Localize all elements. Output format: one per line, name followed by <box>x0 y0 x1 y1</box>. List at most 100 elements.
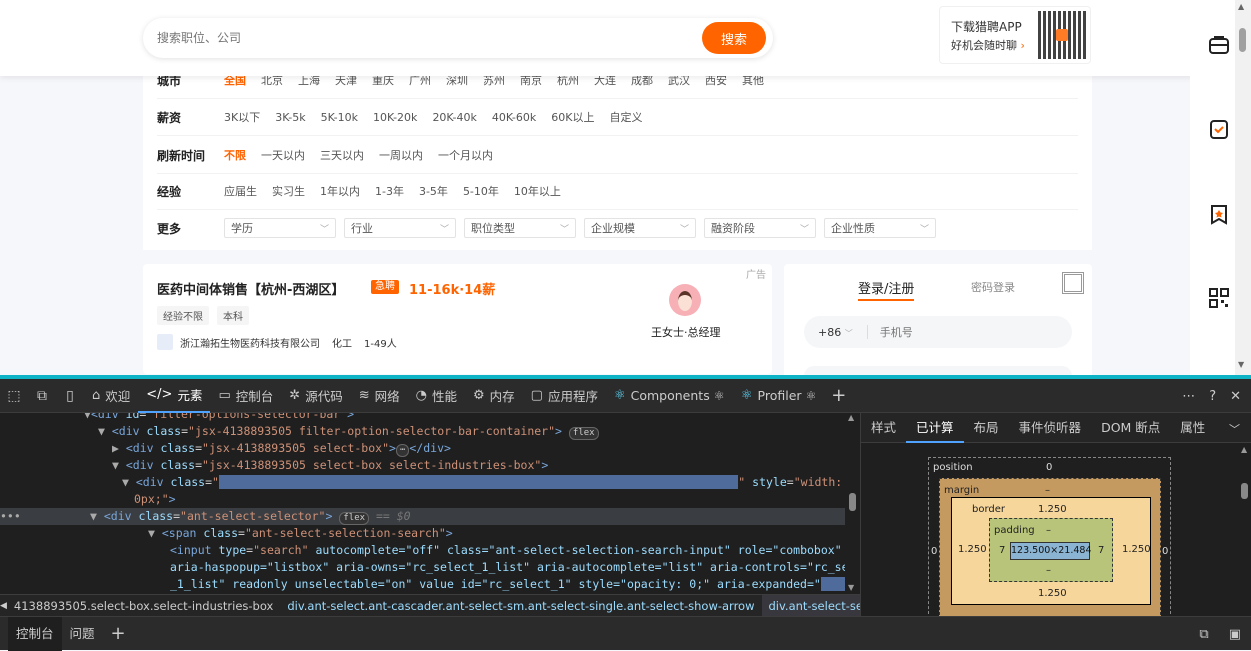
filter-option[interactable]: 自定义 <box>609 109 642 125</box>
funding-stage-dropdown[interactable]: 融资阶段 ﹀ <box>704 218 816 238</box>
scroll-down-icon[interactable]: ▼ <box>848 583 854 592</box>
chevron-down-icon[interactable]: ﹀ <box>1229 421 1240 437</box>
filter-option[interactable]: 应届生 <box>224 183 257 199</box>
elements-tree[interactable]: ▼<div id="filter-options-selector-bar"> … <box>0 413 845 596</box>
dom-node[interactable]: ▼ <div class="jsx-4138893505 select-box … <box>112 457 845 474</box>
search-box[interactable] <box>143 18 773 58</box>
breadcrumb-left-icon[interactable]: ◀ <box>0 601 7 611</box>
tab-styles[interactable]: 样式 <box>861 413 906 443</box>
phone-field[interactable]: +86 ﹀ <box>804 316 1072 348</box>
company-info[interactable]: 浙江瀚拓生物医药科技有限公司 化工 1-49人 <box>157 334 409 350</box>
dom-node[interactable]: ▼ <div class="jsx-4138893505 filter-opti… <box>98 423 845 440</box>
filter-option[interactable]: 一天以内 <box>261 147 305 163</box>
tab-profiler[interactable]: ⚛ Profiler ⚛ <box>733 379 825 413</box>
styles-scrollbar[interactable]: ▲ <box>1239 443 1251 616</box>
filter-option[interactable]: 10K-20k <box>373 111 417 124</box>
search-input[interactable] <box>157 28 677 48</box>
tab-password-login[interactable]: 密码登录 <box>971 279 1015 295</box>
filter-option[interactable]: 1年以内 <box>320 183 360 199</box>
dom-node[interactable]: ▶ <div class="jsx-4138893505 select-box"… <box>112 440 845 457</box>
filter-option[interactable]: 3-5年 <box>419 183 448 199</box>
close-drawer-icon[interactable]: ▣ <box>1229 627 1241 642</box>
scroll-thumb[interactable] <box>1239 28 1246 52</box>
tab-layout[interactable]: 布局 <box>964 413 1009 443</box>
dom-node[interactable]: ▼ <div class="xxxxxxxxxxxxxxxxxxxxxxxxxx… <box>122 474 845 491</box>
filter-option[interactable]: 三天以内 <box>320 147 364 163</box>
dom-node[interactable]: <input type="search" autocomplete="off" … <box>170 542 845 559</box>
dom-text: _1_list" readonly unselectable="on" valu… <box>170 576 845 593</box>
filter-option[interactable]: 5-10年 <box>463 183 499 199</box>
scroll-thumb[interactable] <box>1241 483 1248 499</box>
tab-network[interactable]: ≋ 网络 <box>351 379 408 413</box>
verification-field[interactable] <box>804 366 1072 375</box>
app-download-promo[interactable]: 下载猎聘APP 好机会随时聊 › <box>939 6 1091 64</box>
job-card[interactable]: 医药中间体销售【杭州-西湖区】 急聘 11-16k·14薪 广告 经验不限 本科… <box>143 264 772 374</box>
dom-node[interactable]: ▼<div id="filter-options-selector-bar"> <box>84 413 845 423</box>
job-tag: 本科 <box>217 306 249 325</box>
more-icon[interactable]: ⋯ <box>1182 389 1195 404</box>
scroll-up-icon[interactable]: ▲ <box>1238 2 1244 11</box>
inspect-icon[interactable]: ⬚ <box>0 388 28 404</box>
drawer-tab-console[interactable]: 控制台 <box>8 616 62 651</box>
breadcrumb-item[interactable]: div.ant-select.ant-cascader.ant-select-s… <box>280 595 761 616</box>
tab-application[interactable]: ▢ 应用程序 <box>523 379 606 413</box>
filter-option[interactable]: 10年以上 <box>514 183 561 199</box>
elements-scrollbar[interactable]: ▲ ▼ <box>847 413 859 596</box>
scroll-down-icon[interactable]: ▼ <box>1238 360 1244 369</box>
filter-option[interactable]: 3K-5k <box>275 111 305 124</box>
job-type-dropdown[interactable]: 职位类型 ﹀ <box>464 218 576 238</box>
filter-option[interactable]: 3K以下 <box>224 109 260 125</box>
tab-dom-breakpoints[interactable]: DOM 断点 <box>1091 413 1170 443</box>
add-tab-icon[interactable]: + <box>825 385 853 406</box>
filter-option[interactable]: 一周以内 <box>379 147 423 163</box>
dom-node-selected[interactable]: ••• ▼ <div class="ant-select-selector"> … <box>0 508 845 525</box>
breadcrumb-item[interactable]: div.ant-select-selector <box>761 595 860 616</box>
tab-properties[interactable]: 属性 <box>1170 413 1215 443</box>
filter-option[interactable]: 不限 <box>224 147 246 163</box>
tab-sources[interactable]: ✲ 源代码 <box>281 379 350 413</box>
filter-option[interactable]: 20K-40k <box>432 111 476 124</box>
drawer-tab-issues[interactable]: 问题 <box>62 617 103 651</box>
phone-input[interactable] <box>879 325 1060 339</box>
filter-option[interactable]: 40K-60k <box>492 111 536 124</box>
education-dropdown[interactable]: 学历 ﹀ <box>224 218 336 238</box>
country-code-select[interactable]: +86 ﹀ <box>818 326 853 339</box>
dom-node[interactable]: ▼ <span class="ant-select-selection-sear… <box>148 525 845 542</box>
filter-option[interactable]: 5K-10k <box>321 111 358 124</box>
breadcrumb-item[interactable]: 4138893505.select-box.select-industries-… <box>7 595 280 616</box>
resume-icon[interactable] <box>1208 118 1230 140</box>
filter-option[interactable]: 一个月以内 <box>438 147 493 163</box>
qr-code-icon[interactable] <box>1208 287 1230 309</box>
dock-icon[interactable]: ▯ <box>56 388 84 404</box>
tab-welcome[interactable]: ⌂ 欢迎 <box>84 379 138 413</box>
scroll-up-icon[interactable]: ▲ <box>848 413 854 422</box>
filter-option[interactable]: 实习生 <box>272 183 305 199</box>
filter-option[interactable]: 1-3年 <box>375 183 404 199</box>
company-name[interactable]: 浙江瀚拓生物医药科技有限公司 <box>180 335 320 350</box>
scroll-thumb[interactable] <box>849 493 856 511</box>
job-title[interactable]: 医药中间体销售【杭州-西湖区】 <box>157 279 344 298</box>
tab-performance[interactable]: ◔ 性能 <box>408 379 465 413</box>
tab-computed[interactable]: 已计算 <box>906 413 964 443</box>
page-scrollbar[interactable]: ▲ ▼ <box>1235 0 1251 375</box>
industry-dropdown[interactable]: 行业 ﹀ <box>344 218 456 238</box>
message-icon[interactable] <box>1208 34 1230 56</box>
qr-login-icon[interactable] <box>1062 272 1084 294</box>
filter-option[interactable]: 60K以上 <box>551 109 594 125</box>
search-button[interactable]: 搜索 <box>702 22 766 54</box>
device-emulation-icon[interactable]: ⧉ <box>28 388 56 404</box>
tab-components[interactable]: ⚛ Components ⚛ <box>606 379 733 413</box>
scroll-up-icon[interactable]: ▲ <box>1241 445 1247 454</box>
tab-memory[interactable]: ⚙ 内存 <box>465 379 523 413</box>
favorite-icon[interactable] <box>1208 203 1230 225</box>
dock-drawer-icon[interactable]: ⧉ <box>1199 627 1208 642</box>
tab-console[interactable]: ▭ 控制台 <box>210 379 281 413</box>
company-size-dropdown[interactable]: 企业规模 ﹀ <box>584 218 696 238</box>
close-icon[interactable]: ✕ <box>1230 389 1241 404</box>
add-drawer-tab-icon[interactable]: + <box>103 617 134 651</box>
tab-event-listeners[interactable]: 事件侦听器 <box>1009 413 1092 443</box>
help-icon[interactable]: ? <box>1209 389 1216 404</box>
tab-elements[interactable]: </> 元素 <box>138 379 211 413</box>
company-nature-dropdown[interactable]: 企业性质 ﹀ <box>824 218 936 238</box>
tab-login-register[interactable]: 登录/注册 <box>858 278 915 301</box>
